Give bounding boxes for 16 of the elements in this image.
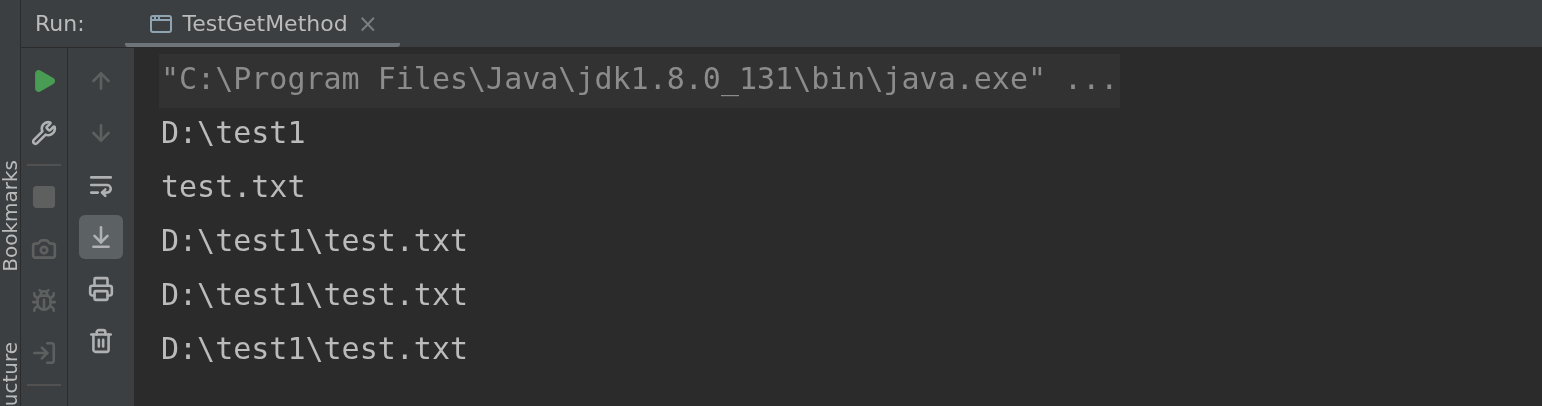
output-line: D:\test1 [160,114,307,152]
output-line: D:\test1\test.txt [160,222,470,260]
scroll-to-end-button[interactable] [79,215,123,259]
tool-window-tab[interactable]: ucture [0,341,20,406]
output-line: D:\test1\test.txt [160,330,470,368]
wrench-icon [31,120,57,146]
camera-icon [31,236,57,262]
output-line: test.txt [160,168,307,206]
output-line: D:\test1\test.txt [160,276,470,314]
stop-icon [31,184,57,210]
login-icon [31,340,57,366]
run-label: Run: [35,11,85,36]
trash-icon [88,328,114,354]
tool-window-tab[interactable]: Bookmarks [0,159,20,272]
printer-icon [88,276,114,302]
bug-icon [31,288,57,314]
